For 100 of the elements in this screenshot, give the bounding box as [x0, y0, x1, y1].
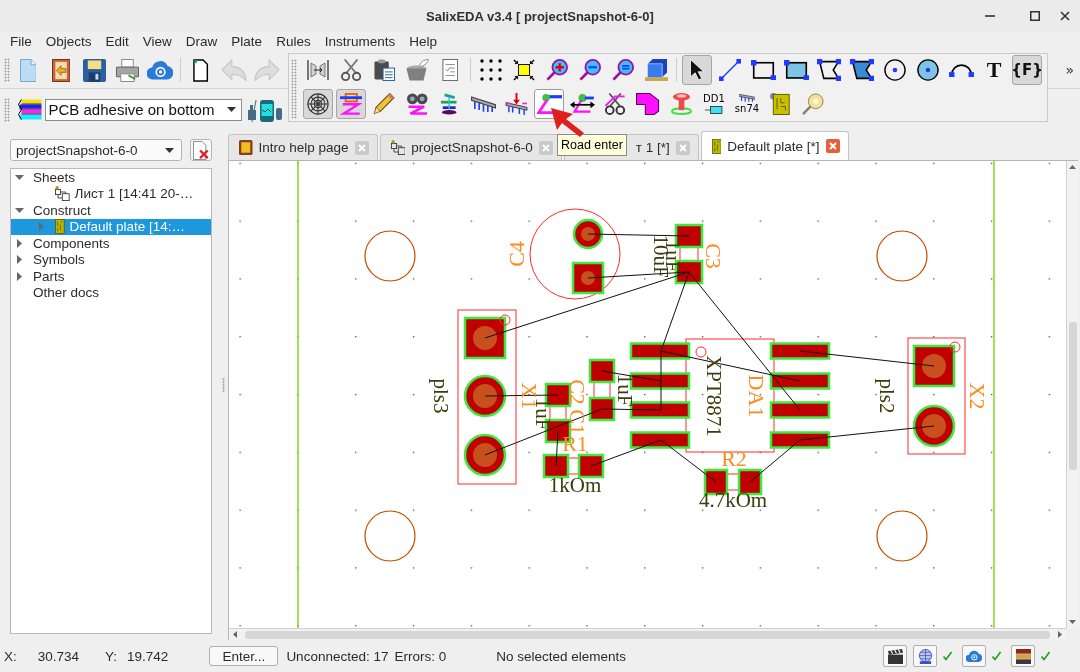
component-value: pls3 [429, 378, 453, 414]
books-icon [1015, 648, 1031, 664]
chip-arrow-icon [504, 93, 528, 115]
menu-item[interactable]: Objects [38, 32, 99, 52]
round-pad [463, 433, 507, 477]
horizontal-scrollbar[interactable] [229, 628, 1066, 640]
toolbar-grip[interactable] [4, 58, 10, 82]
maximize-icon[interactable] [1030, 11, 1040, 21]
tree-item[interactable]: Symbols [11, 251, 211, 268]
round-pad [463, 374, 507, 418]
check-icon [992, 651, 1001, 661]
document-delete-icon [193, 140, 209, 160]
smd-pad [588, 396, 616, 422]
error-count: Errors: 0 [394, 648, 447, 664]
round-pad [912, 404, 956, 448]
menu-item[interactable]: Plate [224, 32, 270, 52]
tree-item[interactable]: Components [11, 235, 211, 252]
menu-item[interactable]: File [3, 32, 39, 52]
binoculars-icon [405, 93, 429, 115]
tree-item[interactable]: Construct [11, 202, 211, 219]
smd-pad [577, 453, 605, 479]
caret-down-icon[interactable] [14, 174, 24, 180]
layer-select[interactable]: PCB adhesive on bottom [44, 98, 242, 121]
scroll-up-arrow-icon[interactable] [1069, 165, 1076, 169]
new-file-icon [19, 58, 37, 82]
tree-item[interactable]: Sheets [11, 169, 211, 186]
tab[interactable]: Default plate [*] [700, 131, 849, 160]
trace-scissors-icon [604, 93, 626, 115]
toolbar-button[interactable]: T [979, 55, 1009, 85]
polygon-shape-icon [636, 93, 660, 115]
component-value: pls2 [875, 378, 899, 414]
line-icon [719, 59, 741, 81]
scroll-right-arrow-icon[interactable] [1058, 631, 1062, 638]
square-pad [463, 316, 507, 360]
scrollbar-thumb[interactable] [245, 630, 1050, 639]
menu-item[interactable]: Draw [178, 32, 225, 52]
pointer-icon [689, 59, 705, 81]
smd-pad [629, 342, 691, 360]
redo-arrow-icon [254, 58, 280, 82]
circuit-board-icon [770, 93, 790, 115]
scrollbar-thumb[interactable] [1068, 322, 1077, 470]
tab[interactable]: Intro help page [228, 134, 378, 160]
close-document-button[interactable] [190, 139, 212, 161]
schematic-icon [55, 186, 70, 202]
enter-button[interactable]: Enter... [209, 646, 279, 666]
close-icon[interactable] [1060, 11, 1070, 21]
mirror-icon [307, 59, 329, 81]
circuit-board-icon [55, 219, 65, 235]
coordinate-label: X: [4, 648, 17, 664]
smd-pad [769, 401, 831, 419]
globe-icon [917, 648, 933, 664]
menu-item[interactable]: View [135, 32, 179, 52]
square-pad [571, 261, 605, 295]
menu-item[interactable]: Rules [269, 32, 318, 52]
toolbar-button[interactable]: sn74 [732, 89, 762, 119]
component-value: 4.7kOm [698, 488, 768, 512]
toolbar-overflow-button[interactable]: » [1063, 62, 1076, 78]
smd-pad [769, 372, 831, 390]
toolbar-button[interactable]: {F} [1012, 55, 1042, 85]
pin-one-marker [695, 346, 707, 358]
smd-pad [588, 358, 616, 384]
toolbar-button[interactable] [303, 89, 333, 119]
tree-item[interactable]: Лист 1 [14:41 20-… [11, 185, 211, 202]
toolbar-button[interactable]: DD1 [699, 89, 729, 119]
tab[interactable]: projectSnapshot-6-0 [379, 134, 562, 160]
pencil-icon [373, 93, 395, 115]
layer-tree-icon [440, 93, 460, 115]
smd-pad [769, 342, 831, 360]
tree-item[interactable]: Other docs [11, 284, 211, 301]
menu-item[interactable]: Help [402, 32, 444, 52]
component-designator: DA1 [743, 374, 769, 418]
mounting-hole [876, 230, 928, 282]
toolbar-button[interactable] [682, 55, 712, 85]
via-icon [670, 93, 692, 115]
mounting-hole [876, 510, 928, 562]
menu-item[interactable]: Edit [98, 32, 136, 52]
scissors-icon [340, 59, 362, 81]
rectangle-icon [750, 59, 776, 81]
caret-down-icon [226, 107, 236, 112]
selection-status: No selected elements [496, 648, 627, 664]
project-select[interactable]: projectSnapshot-6-0 [10, 139, 182, 161]
status-indicator[interactable] [883, 645, 907, 667]
clipboard-icon [373, 59, 395, 81]
caret-down-icon[interactable] [14, 207, 24, 213]
trace-icon [339, 93, 363, 115]
scroll-down-arrow-icon[interactable] [1069, 620, 1076, 624]
trace-icon [536, 93, 562, 115]
menu-item[interactable]: Instruments [317, 32, 403, 52]
toolbar-grip[interactable] [4, 97, 10, 122]
mounting-hole [364, 230, 416, 282]
smd-pad [629, 431, 691, 449]
printer-icon [115, 58, 139, 82]
page-icon [193, 58, 209, 82]
book-icon [239, 140, 253, 155]
scroll-left-arrow-icon[interactable] [233, 631, 237, 638]
component-designator: X2 [964, 382, 990, 410]
tree-item[interactable]: Parts [11, 268, 211, 285]
layer-stripes-icon [18, 99, 42, 120]
bowl-icon [405, 59, 429, 81]
toolbar-grip[interactable] [291, 59, 297, 119]
